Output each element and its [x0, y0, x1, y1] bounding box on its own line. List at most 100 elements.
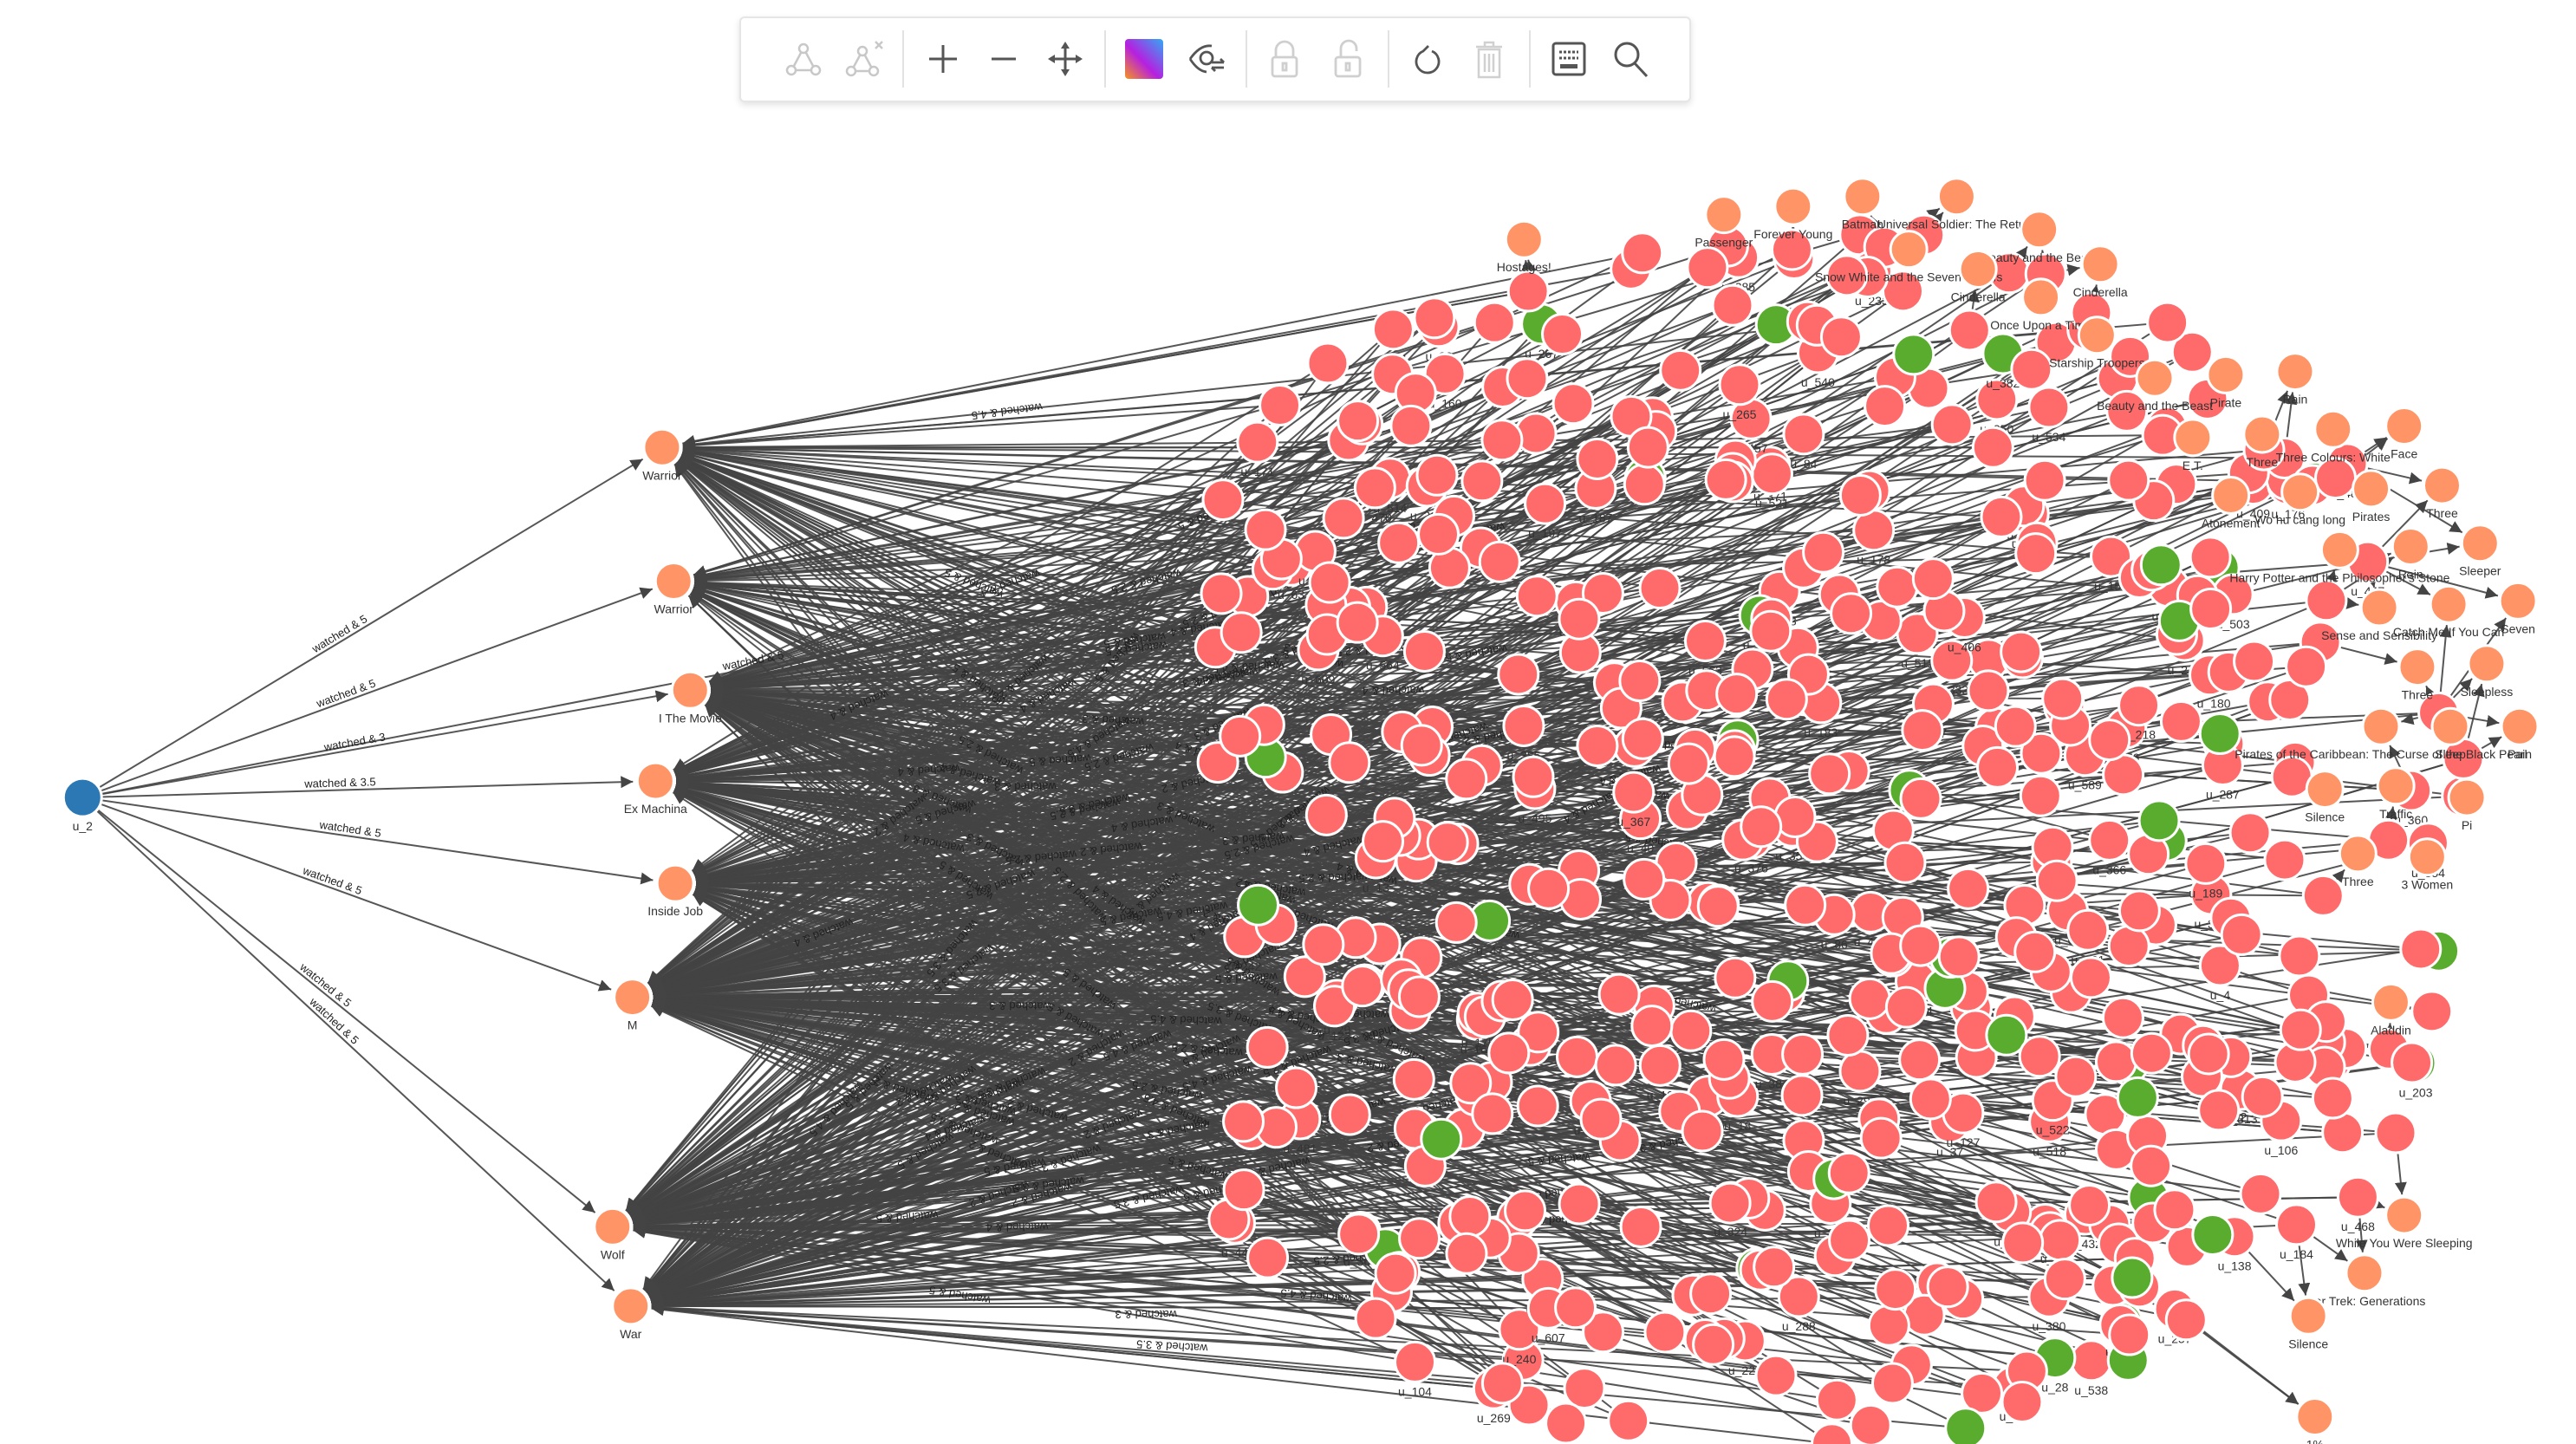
- user-node[interactable]: [1504, 1189, 1547, 1233]
- movie-node[interactable]: [611, 1286, 651, 1326]
- user-node[interactable]: [1683, 619, 1727, 662]
- user-node[interactable]: [1527, 867, 1571, 910]
- user-node[interactable]: [1393, 1340, 1436, 1383]
- user-node[interactable]: [1947, 867, 1990, 910]
- user-node[interactable]: [1512, 755, 1555, 798]
- movie-node[interactable]: [2422, 465, 2462, 505]
- user-node[interactable]: [1874, 1268, 1917, 1311]
- user-node[interactable]: [1354, 1297, 1397, 1340]
- user-node[interactable]: [1848, 977, 1891, 1020]
- color-palette-button[interactable]: [1122, 37, 1166, 81]
- user-node[interactable]: [1967, 669, 2010, 712]
- user-node[interactable]: [1696, 885, 1740, 928]
- user-node[interactable]: [1558, 1182, 1601, 1226]
- user-node[interactable]: [2069, 956, 2112, 999]
- movie-node[interactable]: [1773, 186, 1813, 226]
- user-node[interactable]: [2314, 457, 2358, 500]
- user-node[interactable]: [1246, 1236, 1290, 1279]
- user-node[interactable]: [1576, 724, 1619, 767]
- user-node[interactable]: [2018, 1035, 2061, 1078]
- user-node[interactable]: [2088, 719, 2131, 762]
- user-node[interactable]: [2000, 630, 2043, 673]
- user-node[interactable]: [1859, 1116, 1903, 1160]
- user-node[interactable]: [1718, 363, 1761, 407]
- user-node[interactable]: [1659, 348, 1702, 392]
- zoom-in-button[interactable]: [921, 37, 965, 81]
- movie-node[interactable]: [593, 1207, 633, 1246]
- user-node[interactable]: [1337, 1213, 1381, 1256]
- movie-node[interactable]: [2345, 1253, 2384, 1293]
- unlock-button[interactable]: [1326, 37, 1369, 81]
- user-node[interactable]: [1686, 246, 1729, 289]
- fit-view-button[interactable]: [1044, 37, 1087, 81]
- user-node[interactable]: [2305, 579, 2348, 622]
- user-node[interactable]: [2184, 842, 2228, 885]
- user-node[interactable]: [1782, 413, 1825, 456]
- movie-node[interactable]: [2361, 706, 2401, 746]
- movie-node[interactable]: [2288, 1296, 2328, 1336]
- user-node[interactable]: [1308, 561, 1351, 604]
- user-node[interactable]: [2014, 532, 2058, 576]
- user-node[interactable]: [2111, 1256, 2154, 1299]
- user-node[interactable]: [1362, 820, 1405, 863]
- user-node[interactable]: [1426, 821, 1469, 864]
- user-node[interactable]: [1516, 1084, 1559, 1128]
- add-edge-button[interactable]: [782, 37, 825, 81]
- user-node[interactable]: [1898, 1038, 1942, 1082]
- movie-node[interactable]: [2384, 406, 2424, 446]
- user-node[interactable]: [2088, 818, 2131, 862]
- user-node[interactable]: [1930, 403, 1974, 446]
- user-node[interactable]: [2130, 1031, 2173, 1075]
- user-node[interactable]: [1328, 1093, 1371, 1136]
- user-node[interactable]: [1374, 1252, 1417, 1295]
- user-node[interactable]: [1579, 1097, 1623, 1141]
- user-node[interactable]: [1830, 592, 1873, 635]
- user-node[interactable]: [1750, 452, 1793, 496]
- user-node[interactable]: [1434, 901, 1478, 944]
- user-node[interactable]: [2187, 1032, 2230, 1076]
- movie-node[interactable]: [2080, 244, 2120, 284]
- movie-node[interactable]: [2430, 706, 2470, 746]
- user-node[interactable]: [1811, 1422, 1854, 1444]
- user-node[interactable]: [1563, 1367, 1606, 1410]
- user-node[interactable]: [2153, 1188, 2196, 1232]
- movie-node[interactable]: [1843, 177, 1883, 217]
- movie-node[interactable]: [1889, 230, 1929, 270]
- user-node[interactable]: [2130, 1144, 2173, 1187]
- user-node[interactable]: [1619, 1205, 1662, 1248]
- user-node[interactable]: [1867, 1204, 1910, 1247]
- movie-node[interactable]: [2352, 469, 2391, 509]
- user-node[interactable]: [1643, 1311, 1687, 1354]
- movie-node[interactable]: [1504, 219, 1544, 259]
- user-node[interactable]: [1876, 565, 1919, 608]
- user-node[interactable]: [1827, 1151, 1870, 1194]
- user-node[interactable]: [1222, 1100, 1265, 1143]
- user-node[interactable]: [2001, 1221, 2045, 1265]
- user-node[interactable]: [2066, 908, 2110, 952]
- user-node[interactable]: [2043, 1258, 2086, 1301]
- user-node[interactable]: [1780, 1074, 1824, 1117]
- user-node[interactable]: [1713, 735, 1756, 778]
- movie-node[interactable]: [2498, 581, 2538, 621]
- user-node[interactable]: [2117, 889, 2161, 933]
- user-node[interactable]: [2116, 1076, 2159, 1119]
- movie-node[interactable]: [2338, 834, 2378, 874]
- user-node[interactable]: [2220, 913, 2263, 956]
- movie-node[interactable]: [2211, 476, 2251, 515]
- user-node[interactable]: [2241, 1075, 2284, 1118]
- user-node[interactable]: [2278, 934, 2321, 978]
- user-node[interactable]: [2374, 1111, 2417, 1155]
- keyboard-shortcuts-button[interactable]: [1547, 37, 1590, 81]
- user-node[interactable]: [1926, 1265, 1969, 1309]
- user-node[interactable]: [1781, 1032, 1825, 1076]
- user-node[interactable]: [2159, 699, 2202, 743]
- user-node[interactable]: [1714, 956, 1757, 999]
- movie-node[interactable]: [2384, 1195, 2424, 1235]
- movie-node[interactable]: [2359, 588, 2399, 628]
- user-node[interactable]: [1545, 1402, 1588, 1444]
- movie-node[interactable]: [2173, 418, 2213, 458]
- movie-node[interactable]: [2275, 352, 2315, 392]
- user-node[interactable]: [1377, 521, 1421, 564]
- user-node[interactable]: [1838, 473, 1882, 517]
- user-node[interactable]: [1413, 296, 1456, 340]
